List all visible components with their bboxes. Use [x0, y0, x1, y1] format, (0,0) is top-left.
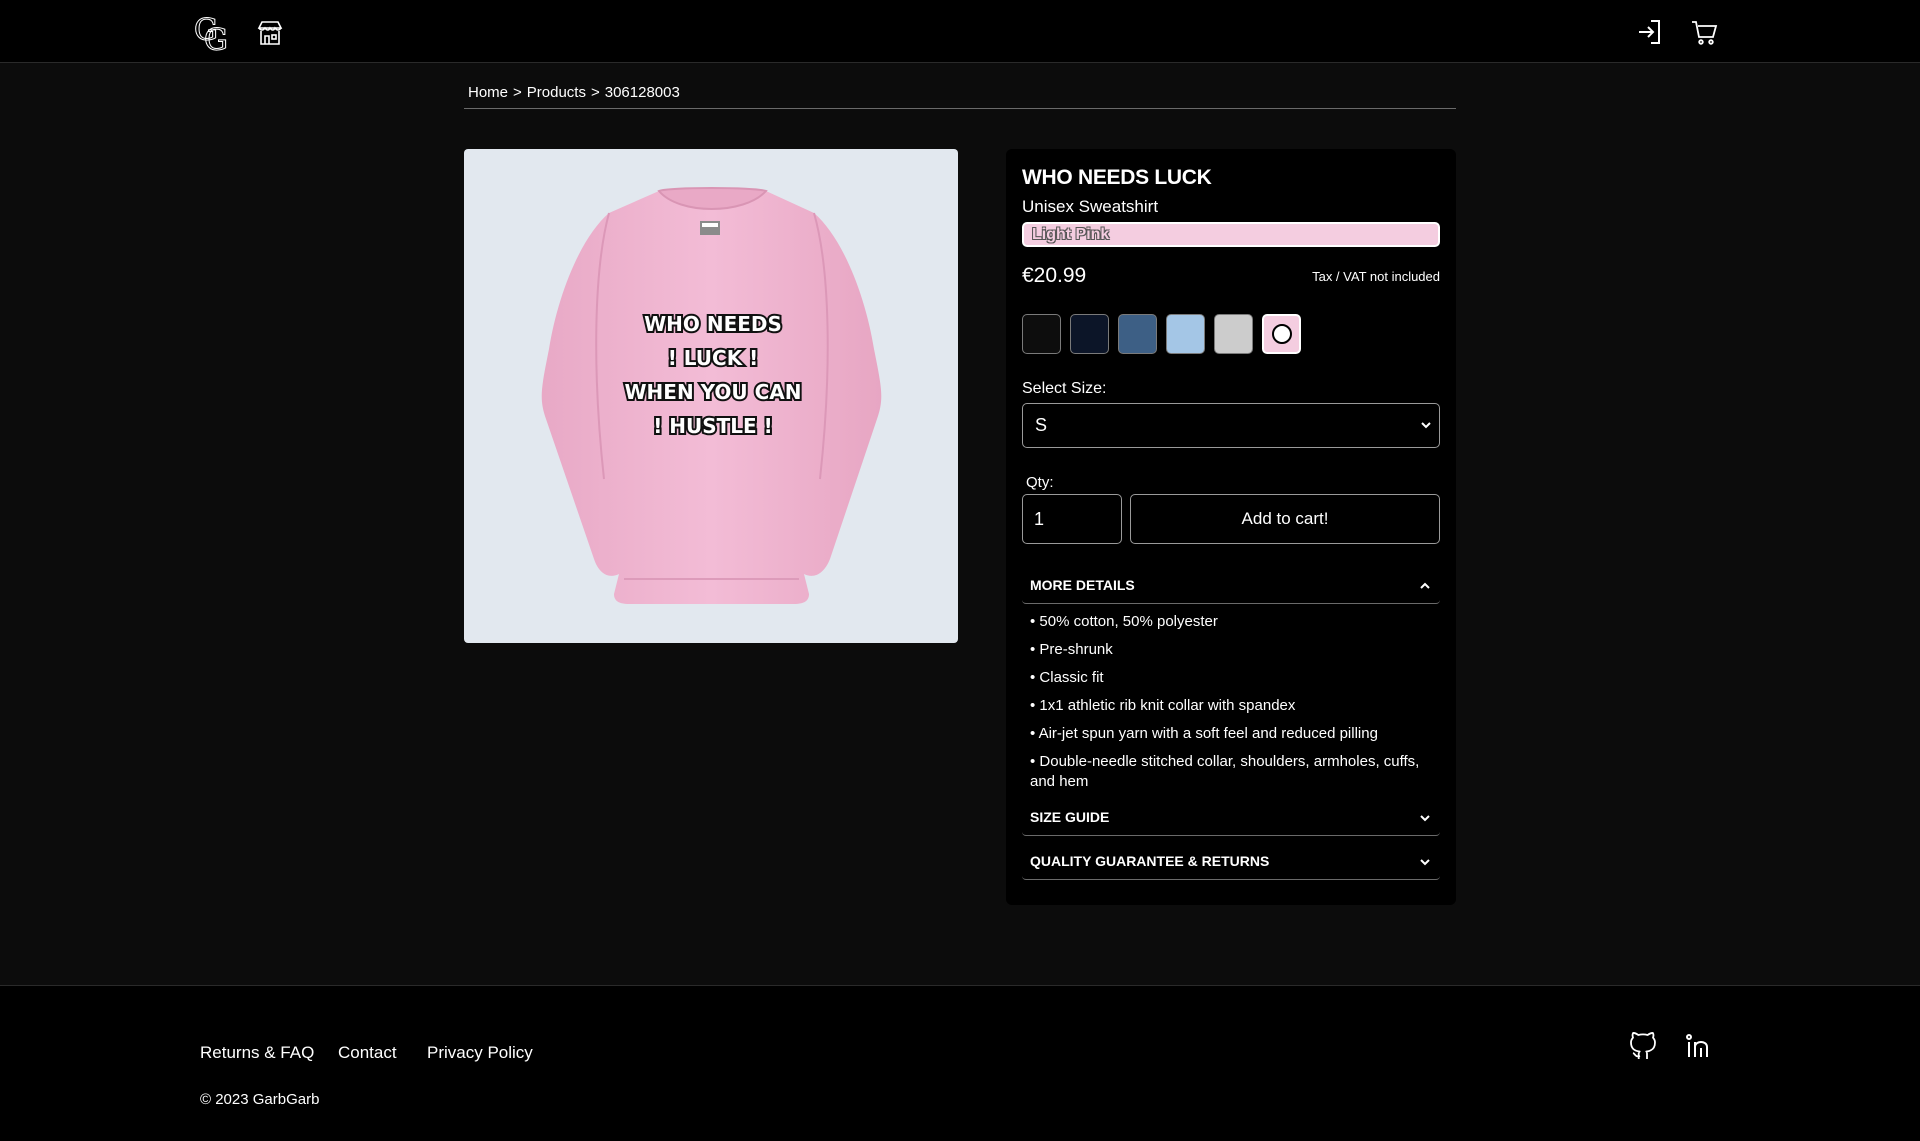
color-swatch[interactable]	[1118, 314, 1157, 354]
breadcrumb-current: 306128003	[604, 84, 680, 101]
color-swatches	[1022, 314, 1301, 354]
top-nav-bar: G G	[0, 0, 1920, 63]
accordion-label: SIZE GUIDE	[1030, 809, 1110, 825]
footer-link-privacy-policy[interactable]: Privacy Policy	[427, 1043, 533, 1063]
add-to-cart-button[interactable]: Add to cart!	[1130, 494, 1440, 544]
print-line-2: ! LUCK !	[668, 346, 759, 370]
chevron-down-icon	[1420, 815, 1430, 822]
chevron-up-icon	[1420, 582, 1430, 589]
product-price: €20.99	[1022, 264, 1087, 287]
github-icon[interactable]	[1630, 1032, 1656, 1060]
print-line-1: WHO NEEDS	[644, 312, 782, 336]
footer-link-returns-faq[interactable]: Returns & FAQ	[200, 1043, 314, 1063]
list-item: • Pre-shrunk	[1030, 641, 1113, 658]
selected-color-badge: Light Pink	[1022, 222, 1440, 247]
size-label: Select Size:	[1022, 380, 1107, 397]
sweatshirt-illustration: WHO NEEDS ! LUCK ! WHEN YOU CAN ! HUSTLE…	[541, 187, 882, 604]
product-panel: WHO NEEDS LUCK Unisex Sweatshirt Light P…	[1006, 149, 1456, 905]
chevron-down-icon	[1421, 422, 1431, 429]
color-swatch-selected[interactable]	[1262, 314, 1301, 354]
color-swatch[interactable]	[1022, 314, 1061, 354]
accordion-label: QUALITY GUARANTEE & RETURNS	[1030, 853, 1270, 869]
footer-link-contact[interactable]: Contact	[338, 1043, 397, 1063]
size-select[interactable]: S	[1022, 403, 1440, 448]
breadcrumb-products[interactable]: Products	[527, 84, 586, 101]
quantity-input[interactable]: 1	[1022, 494, 1122, 544]
accordion-more-details[interactable]: MORE DETAILS	[1022, 567, 1440, 604]
list-item: • 1x1 athletic rib knit collar with span…	[1030, 697, 1296, 714]
storefront-icon[interactable]	[256, 20, 284, 46]
print-line-3: WHEN YOU CAN	[624, 380, 801, 404]
color-swatch[interactable]	[1070, 314, 1109, 354]
breadcrumb-home[interactable]: Home	[468, 84, 508, 101]
shopping-cart-icon[interactable]	[1690, 18, 1718, 46]
print-line-4: ! HUSTLE !	[653, 414, 773, 438]
selected-ring-icon	[1271, 324, 1292, 344]
color-swatch[interactable]	[1166, 314, 1205, 354]
size-select-value: S	[1035, 415, 1048, 435]
details-list: • 50% cotton, 50% polyester • Pre-shrunk…	[1030, 612, 1430, 800]
qty-label: Qty:	[1026, 474, 1054, 491]
accordion-size-guide[interactable]: SIZE GUIDE	[1022, 799, 1440, 836]
chevron-down-icon	[1420, 859, 1430, 866]
linkedin-icon[interactable]	[1685, 1033, 1713, 1059]
list-item: • Classic fit	[1030, 669, 1104, 686]
product-title: WHO NEEDS LUCK	[1022, 166, 1212, 189]
gg-monogram-logo-icon[interactable]: G G	[192, 12, 236, 59]
accordion-label: MORE DETAILS	[1030, 577, 1135, 593]
sign-in-icon[interactable]	[1636, 18, 1662, 46]
list-item: • 50% cotton, 50% polyester	[1030, 613, 1218, 630]
product-subtitle: Unisex Sweatshirt	[1022, 197, 1159, 216]
svg-text:G: G	[204, 23, 228, 52]
list-item: • Air-jet spun yarn with a soft feel and…	[1030, 725, 1378, 742]
tax-note: Tax / VAT not included	[1312, 269, 1440, 284]
breadcrumb-separator: >	[590, 84, 600, 101]
product-image: WHO NEEDS ! LUCK ! WHEN YOU CAN ! HUSTLE…	[464, 149, 958, 643]
breadcrumb: Home > Products >306128003	[464, 84, 1456, 109]
copyright-text: © 2023 GarbGarb	[200, 1091, 320, 1108]
accordion-quality-returns[interactable]: QUALITY GUARANTEE & RETURNS	[1022, 843, 1440, 880]
footer: Returns & FAQ Contact Privacy Policy © 2…	[0, 985, 1920, 1141]
list-item: • Double-needle stitched collar, shoulde…	[1030, 753, 1420, 790]
breadcrumb-separator: >	[513, 84, 522, 101]
color-swatch[interactable]	[1214, 314, 1253, 354]
